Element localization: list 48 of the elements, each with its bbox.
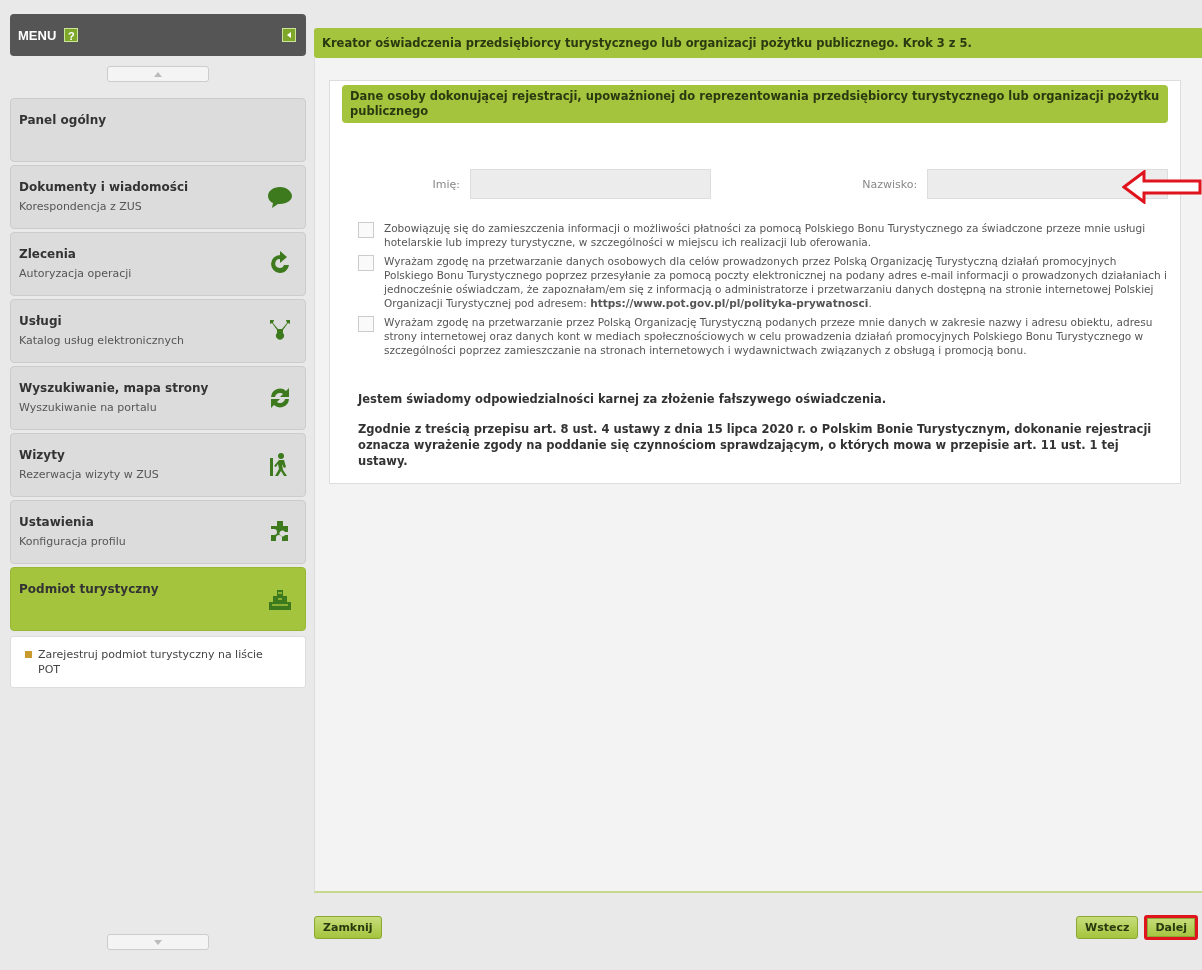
- consent-text: Wyrażam zgodę na przetwarzanie danych osobowych dla celów prowadzonych przez Polską Organizację Turystyczną działań promocyjnych Polskiego Bonu Turystycznego poprzez przesyłanie za pomocą poczty elektronicznej na podany adres e-mail informacji o prowadzonych działaniach i jednocześnie oświadczam, że zapoznałam/em się z informacją o administratorze i przetwarzaniu danych dostępną na stronie internetowej Polskiej Organizacji Turystycznej pod adresem: https://www.pot.gov.pl/pl/polityka-prywatnosci.: [384, 254, 1168, 310]
- menu-item[interactable]: Zlecenia Autoryzacja operacji: [10, 232, 306, 296]
- consent-text: Wyrażam zgodę na przetwarzanie przez Polską Organizację Turystyczną podanych przeze mnie danych w zakresie nazwy i adresu obiektu, adresu strony internetowej oraz danych kont w mediach społecznościowych w celu prowadzenia działań promocyjnych Polskiego Bonu Turystycznego w szczególności poprzez zamieszczanie na stronach internetowych i wydawnictwach związanych z obsługą i promocją bonu.: [384, 315, 1154, 357]
- menu-item[interactable]: Ustawienia Konfiguracja profilu: [10, 500, 306, 564]
- menu-item[interactable]: Podmiot turystyczny: [10, 567, 306, 631]
- footer-button[interactable]: Zamknij: [314, 916, 382, 939]
- menu-item-title: Zlecenia: [19, 247, 77, 261]
- input-field[interactable]: [927, 169, 1168, 199]
- statement-text: Jestem świadomy odpowiedzialności karnej za złożenie fałszywego oświadczenia.: [358, 391, 888, 407]
- menu-item-subtitle: Wyszukiwanie na portalu: [19, 401, 158, 414]
- scroll-down-button[interactable]: [107, 934, 209, 950]
- menu-item-subtitle: Konfiguracja profilu: [19, 535, 127, 548]
- speech-bubble-icon: [267, 184, 293, 210]
- caret-icon: [154, 71, 162, 77]
- menu-item[interactable]: Dokumenty i wiadomości Korespondencja z ZUS: [10, 165, 306, 229]
- wizard-title: Kreator oświadczenia przedsiębiorcy turystycznego lub organizacji pożytku publicznego. Krok 3 z 5.: [314, 28, 1202, 58]
- menu-title: MENU: [18, 27, 57, 43]
- caret-icon: [154, 939, 162, 945]
- menu-item-title: Panel ogólny: [19, 113, 108, 127]
- bullet-icon: [25, 651, 32, 658]
- scroll-up-button[interactable]: [107, 66, 209, 82]
- menu-item-title: Wizyty: [19, 448, 66, 462]
- field-label: Nazwisko:: [861, 177, 918, 191]
- menu-item-title: Ustawienia: [19, 515, 95, 529]
- consent-text: Zobowiązuję się do zamieszczenia informacji o możliwości płatności za pomocą Polskiego Bonu Turystycznego za świadczone przeze mnie usługi hotelarskie lub imprezy turystyczne, w szczególności w miejscu ich realizacji lub oferowania.: [384, 221, 1147, 249]
- footer-button[interactable]: Wstecz: [1076, 916, 1139, 939]
- section-title: Dane osoby dokonującej rejestracji, upoważnionej do reprezentowania przedsiębiorcy turystycznego lub organizacji pożytku publicznego: [342, 85, 1168, 123]
- menu-item-title: Wyszukiwanie, mapa strony: [19, 381, 210, 395]
- menu-item-subtitle: Katalog usług elektronicznych: [19, 334, 185, 347]
- input-field[interactable]: [469, 169, 711, 199]
- checkbox[interactable]: [358, 222, 374, 238]
- menu-item-title: Dokumenty i wiadomości: [19, 180, 190, 194]
- menu-item[interactable]: Panel ogólny: [10, 98, 306, 162]
- menu-item-subtitle: Korespondencja z ZUS: [19, 200, 143, 213]
- statement-text: Zgodnie z treścią przepisu art. 8 ust. 4 ustawy z dnia 15 lipca 2020 r. o Polskim Bonie Turystycznym, dokonanie rejestracji oznacza wyrażenie zgody na poddanie się czynnościom sprawdzającym, o których mowa w przepisie art. 11 ust. 1 tej ustawy.: [358, 421, 1153, 469]
- menu-item[interactable]: Wizyty Rezerwacja wizyty w ZUS: [10, 433, 306, 497]
- menu-item-title: Podmiot turystyczny: [19, 582, 160, 596]
- menu-item[interactable]: Wyszukiwanie, mapa strony Wyszukiwanie na portalu: [10, 366, 306, 430]
- submenu-link[interactable]: Zarejestruj podmiot turystyczny na liście POT: [38, 647, 268, 677]
- menu-item[interactable]: Usługi Katalog usług elektronicznych: [10, 299, 306, 363]
- collapse-icon[interactable]: [282, 28, 296, 42]
- checkbox[interactable]: [358, 316, 374, 332]
- field-label: Imię:: [431, 177, 460, 191]
- checkbox[interactable]: [358, 255, 374, 271]
- menu-item-title: Usługi: [19, 314, 63, 328]
- menu-item-subtitle: Autoryzacja operacji: [19, 267, 133, 280]
- menu-item-subtitle: Rezerwacja wizyty w ZUS: [19, 468, 160, 481]
- footer-button[interactable]: Dalej: [1144, 915, 1198, 940]
